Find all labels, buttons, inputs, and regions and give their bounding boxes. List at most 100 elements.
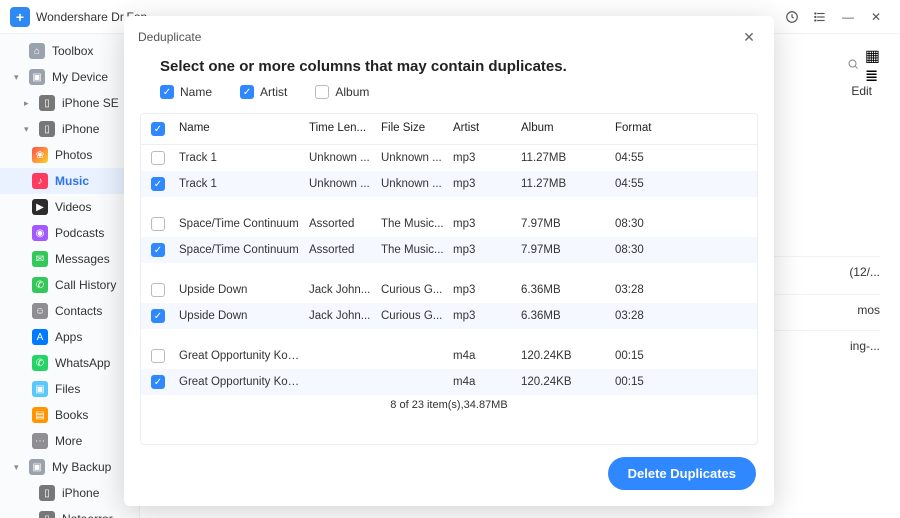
sidebar-item-books[interactable]: ▤Books (0, 402, 139, 428)
cell-name: Great Opportunity Kouf... (179, 376, 309, 388)
sidebar-item-call-history[interactable]: ✆Call History (0, 272, 139, 298)
header-time[interactable]: Time Len... (309, 122, 381, 136)
cell-time: Jack John... (309, 310, 381, 322)
filter-check-album[interactable]: Album (315, 85, 369, 99)
chevron-down-icon: ▾ (24, 124, 32, 135)
sidebar-item-messages[interactable]: ✉Messages (0, 246, 139, 272)
cell-album: 7.97MB (521, 244, 615, 256)
sidebar-item-more[interactable]: ⋯More (0, 428, 139, 454)
sidebar-item-iphone-se[interactable]: ▸▯iPhone SE (0, 90, 139, 116)
cell-format: 00:15 (615, 350, 685, 362)
table-row[interactable]: Track 1Unknown ...Unknown ...mp311.27MB0… (141, 145, 757, 171)
sidebar: ⌂Toolbox ▾▣My Device ▸▯iPhone SE ▾▯iPhon… (0, 34, 140, 518)
table-header: ✓ Name Time Len... File Size Artist Albu… (141, 114, 757, 145)
cell-artist: m4a (453, 376, 521, 388)
cell-format: 03:28 (615, 284, 685, 296)
cell-album: 11.27MB (521, 178, 615, 190)
cell-format: 03:28 (615, 310, 685, 322)
sidebar-item-files[interactable]: ▣Files (0, 376, 139, 402)
sidebar-item-podcasts[interactable]: ◉Podcasts (0, 220, 139, 246)
sidebar-item-videos[interactable]: ▶Videos (0, 194, 139, 220)
list-view-toggle[interactable]: ≣ (865, 66, 880, 86)
table-row[interactable]: Great Opportunity Kouf...m4a120.24KB00:1… (141, 343, 757, 369)
row-checkbox[interactable] (151, 283, 165, 297)
sidebar-label: Music (55, 174, 89, 188)
photos-icon: ❀ (32, 147, 48, 163)
row-checkbox[interactable] (151, 151, 165, 165)
apps-icon: A (32, 329, 48, 345)
cell-album: 120.24KB (521, 350, 615, 362)
cell-format: 04:55 (615, 152, 685, 164)
edit-button[interactable]: Edit (851, 84, 872, 98)
sidebar-item-iphone[interactable]: ▾▯iPhone (0, 116, 139, 142)
table-row[interactable]: Space/Time ContinuumAssortedThe Music...… (141, 211, 757, 237)
cell-name: Space/Time Continuum (179, 218, 309, 230)
column-filter-row: ✓Name ✓Artist Album (124, 85, 774, 109)
row-checkbox[interactable]: ✓ (151, 177, 165, 191)
cell-size: Unknown ... (381, 152, 453, 164)
podcasts-icon: ◉ (32, 225, 48, 241)
cell-size: Curious G... (381, 310, 453, 322)
row-checkbox[interactable] (151, 217, 165, 231)
sidebar-item-my-device[interactable]: ▾▣My Device (0, 64, 139, 90)
sidebar-label: iPhone (62, 486, 99, 500)
cell-size: Curious G... (381, 284, 453, 296)
search-icon (847, 58, 859, 70)
sidebar-label: Toolbox (52, 44, 93, 58)
sidebar-item-music[interactable]: ♪Music (0, 168, 139, 194)
delete-duplicates-button[interactable]: Delete Duplicates (608, 457, 756, 490)
home-icon: ⌂ (29, 43, 45, 59)
close-window-icon[interactable]: ✕ (862, 3, 890, 31)
table-row[interactable]: ✓Space/Time ContinuumAssortedThe Music..… (141, 237, 757, 263)
device-icon: ▣ (29, 69, 45, 85)
cell-album: 7.97MB (521, 218, 615, 230)
menu-list-icon[interactable] (806, 3, 834, 31)
history-icon[interactable] (778, 3, 806, 31)
sidebar-label: My Backup (52, 460, 111, 474)
header-size[interactable]: File Size (381, 122, 453, 136)
select-all-checkbox[interactable]: ✓ (151, 122, 165, 136)
sidebar-item-toolbox[interactable]: ⌂ Toolbox (0, 38, 139, 64)
app-logo-icon: + (10, 7, 30, 27)
table-row[interactable]: ✓Great Opportunity Kouf...m4a120.24KB00:… (141, 369, 757, 395)
folder-icon: ▣ (32, 381, 48, 397)
sidebar-item-whatsapp[interactable]: ✆WhatsApp (0, 350, 139, 376)
table-row[interactable]: ✓Upside DownJack John...Curious G...mp36… (141, 303, 757, 329)
sidebar-item-apps[interactable]: AApps (0, 324, 139, 350)
cell-format: 08:30 (615, 218, 685, 230)
cell-size: The Music... (381, 218, 453, 230)
sidebar-item-photos[interactable]: ❀Photos (0, 142, 139, 168)
sidebar-label: Videos (55, 200, 91, 214)
cell-album: 120.24KB (521, 376, 615, 388)
header-album[interactable]: Album (521, 122, 615, 136)
row-checkbox[interactable]: ✓ (151, 375, 165, 389)
dialog-title: Deduplicate (138, 30, 201, 44)
header-name[interactable]: Name (179, 122, 309, 136)
checkbox-icon (315, 85, 329, 99)
checkbox-icon: ✓ (240, 85, 254, 99)
close-icon[interactable]: ✕ (738, 26, 760, 48)
books-icon: ▤ (32, 407, 48, 423)
table-row[interactable]: ✓Track 1Unknown ...Unknown ...mp311.27MB… (141, 171, 757, 197)
row-checkbox[interactable]: ✓ (151, 243, 165, 257)
search-input[interactable] (847, 57, 859, 75)
sidebar-item-noteerror[interactable]: ▯Noteerror (0, 506, 139, 518)
grid-view-toggle[interactable]: ▦ (865, 46, 880, 66)
cell-artist: mp3 (453, 178, 521, 190)
cell-name: Track 1 (179, 178, 309, 190)
header-format[interactable]: Format (615, 122, 685, 136)
sidebar-item-backup-iphone[interactable]: ▯iPhone (0, 480, 139, 506)
row-checkbox[interactable] (151, 349, 165, 363)
cell-size: The Music... (381, 244, 453, 256)
phone-icon: ▯ (39, 95, 55, 111)
header-artist[interactable]: Artist (453, 122, 521, 136)
sidebar-item-my-backup[interactable]: ▾▣My Backup (0, 454, 139, 480)
filter-check-name[interactable]: ✓Name (160, 85, 212, 99)
row-checkbox[interactable]: ✓ (151, 309, 165, 323)
table-row[interactable]: Upside DownJack John...Curious G...mp36.… (141, 277, 757, 303)
sidebar-item-contacts[interactable]: ☺Contacts (0, 298, 139, 324)
cell-time: Assorted (309, 218, 381, 230)
minimize-icon[interactable]: — (834, 3, 862, 31)
table-summary: 8 of 23 item(s),34.87MB (141, 395, 757, 415)
filter-check-artist[interactable]: ✓Artist (240, 85, 287, 99)
